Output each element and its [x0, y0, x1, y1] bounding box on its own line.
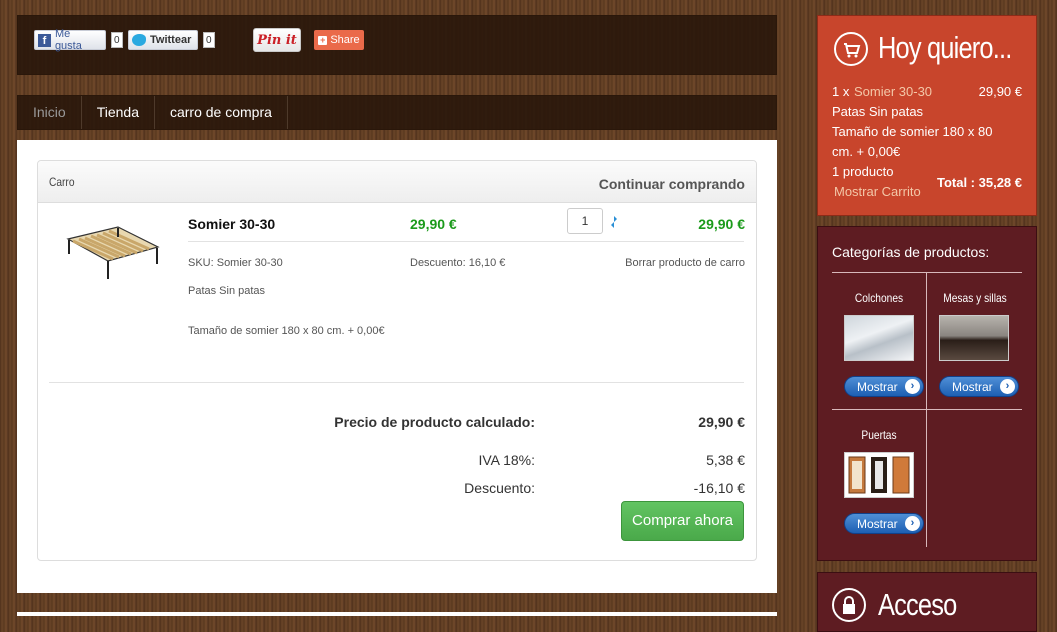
cart-header: Carro Continuar comprando: [38, 161, 756, 203]
main-navigation: Inicio Tienda carro de compra: [17, 95, 777, 130]
pin-it-label: Pin it: [257, 32, 297, 48]
show-label: Mostrar: [952, 380, 993, 394]
twitter-bird-icon: [132, 34, 146, 46]
facebook-like-button[interactable]: f Me gusta: [34, 28, 106, 52]
calculated-price-label: Precio de producto calculado:: [334, 414, 535, 430]
mini-cart-title: Hoy quiero...: [878, 30, 1012, 65]
iva-value: 5,38 €: [706, 452, 745, 468]
discount-label: Descuento:: [464, 480, 535, 496]
mini-cart-item-link[interactable]: Somier 30-30: [854, 84, 932, 99]
chevron-right-icon: ›: [1000, 379, 1015, 394]
calculated-price-value: 29,90 €: [698, 414, 745, 430]
mini-cart-line: Patas Sin patas: [832, 104, 924, 119]
mini-cart-qty-prefix: 1 x: [832, 84, 850, 99]
categories-title: Categorías de productos:: [832, 244, 990, 260]
divider: [188, 241, 744, 242]
categories-widget: Categorías de productos: Colchones Mostr…: [817, 226, 1037, 561]
continue-shopping-link[interactable]: Continuar comprando: [599, 176, 745, 192]
product-option-size: Tamaño de somier 180 x 80 cm. + 0,00€: [188, 325, 385, 337]
cart-icon: [834, 32, 868, 66]
mini-cart-line: Tamaño de somier 180 x 80: [832, 124, 993, 139]
refresh-icon[interactable]: [609, 215, 619, 229]
mini-cart-widget: Hoy quiero... 1 x Somier 30-30 29,90 € P…: [817, 15, 1037, 216]
show-label: Mostrar: [857, 517, 898, 531]
cart-product-total: 29,90 €: [698, 216, 745, 232]
product-option-legs: Patas Sin patas: [188, 285, 266, 297]
product-discount: Descuento: 16,10 €: [410, 257, 506, 269]
facebook-like-count: 0: [111, 32, 123, 48]
tweet-button[interactable]: Twittear: [128, 30, 198, 50]
nav-item-tienda[interactable]: Tienda: [82, 96, 155, 129]
buy-now-button[interactable]: Comprar ahora: [621, 501, 744, 541]
footer-strip: [17, 612, 777, 616]
cart-product-name[interactable]: Somier 30-30: [188, 216, 275, 232]
facebook-icon: f: [38, 33, 51, 47]
share-button[interactable]: + Share: [314, 30, 364, 50]
cart-title: Carro: [49, 175, 75, 189]
show-category-mesas-button[interactable]: Mostrar ›: [939, 376, 1019, 397]
divider: [49, 382, 744, 383]
category-name-puertas[interactable]: Puertas: [839, 428, 919, 442]
social-bar: f Me gusta 0 Twittear 0 Pin it + Share: [17, 15, 777, 75]
mini-cart-total: Total : 35,28 €: [936, 175, 1022, 190]
divider: [832, 409, 1022, 410]
plus-icon: +: [318, 34, 328, 45]
show-cart-link[interactable]: Mostrar Carrito: [834, 184, 921, 199]
mini-cart-count: 1 producto: [832, 164, 894, 179]
nav-item-carro[interactable]: carro de compra: [155, 96, 288, 129]
chevron-right-icon: ›: [905, 516, 920, 531]
nav-item-inicio[interactable]: Inicio: [18, 96, 82, 129]
mini-cart-line: cm. + 0,00€: [832, 144, 901, 159]
category-image-puertas[interactable]: [844, 452, 914, 498]
tweet-count: 0: [203, 32, 215, 48]
share-label: Share: [330, 34, 360, 46]
discount-value: -16,10 €: [693, 480, 745, 496]
show-category-puertas-button[interactable]: Mostrar ›: [844, 513, 924, 534]
iva-label: IVA 18%:: [478, 452, 535, 468]
category-name-colchones[interactable]: Colchones: [839, 291, 919, 305]
show-label: Mostrar: [857, 380, 898, 394]
mini-cart-item-price: 29,90 €: [978, 84, 1022, 99]
main-content: Carro Continuar comprando Somier 30-30 2…: [17, 140, 777, 593]
chevron-right-icon: ›: [905, 379, 920, 394]
product-image: [66, 226, 160, 279]
cart-product-price: 29,90 €: [410, 216, 457, 232]
lock-icon: [832, 588, 866, 622]
quantity-input[interactable]: 1: [567, 208, 603, 234]
tweet-label: Twittear: [150, 34, 192, 46]
login-title: Acceso: [878, 587, 957, 622]
product-sku: SKU: Somier 30-30: [188, 257, 283, 269]
divider: [832, 272, 1022, 273]
remove-product-link[interactable]: Borrar producto de carro: [625, 257, 745, 269]
pinterest-pin-button[interactable]: Pin it: [253, 28, 301, 52]
cart-panel: Carro Continuar comprando Somier 30-30 2…: [37, 160, 757, 561]
login-widget: Acceso: [817, 572, 1037, 632]
category-image-mesas[interactable]: [939, 315, 1009, 361]
facebook-like-label: Me gusta: [54, 28, 82, 52]
category-name-mesas[interactable]: Mesas y sillas: [935, 291, 1015, 305]
show-category-colchones-button[interactable]: Mostrar ›: [844, 376, 924, 397]
category-image-colchones[interactable]: [844, 315, 914, 361]
